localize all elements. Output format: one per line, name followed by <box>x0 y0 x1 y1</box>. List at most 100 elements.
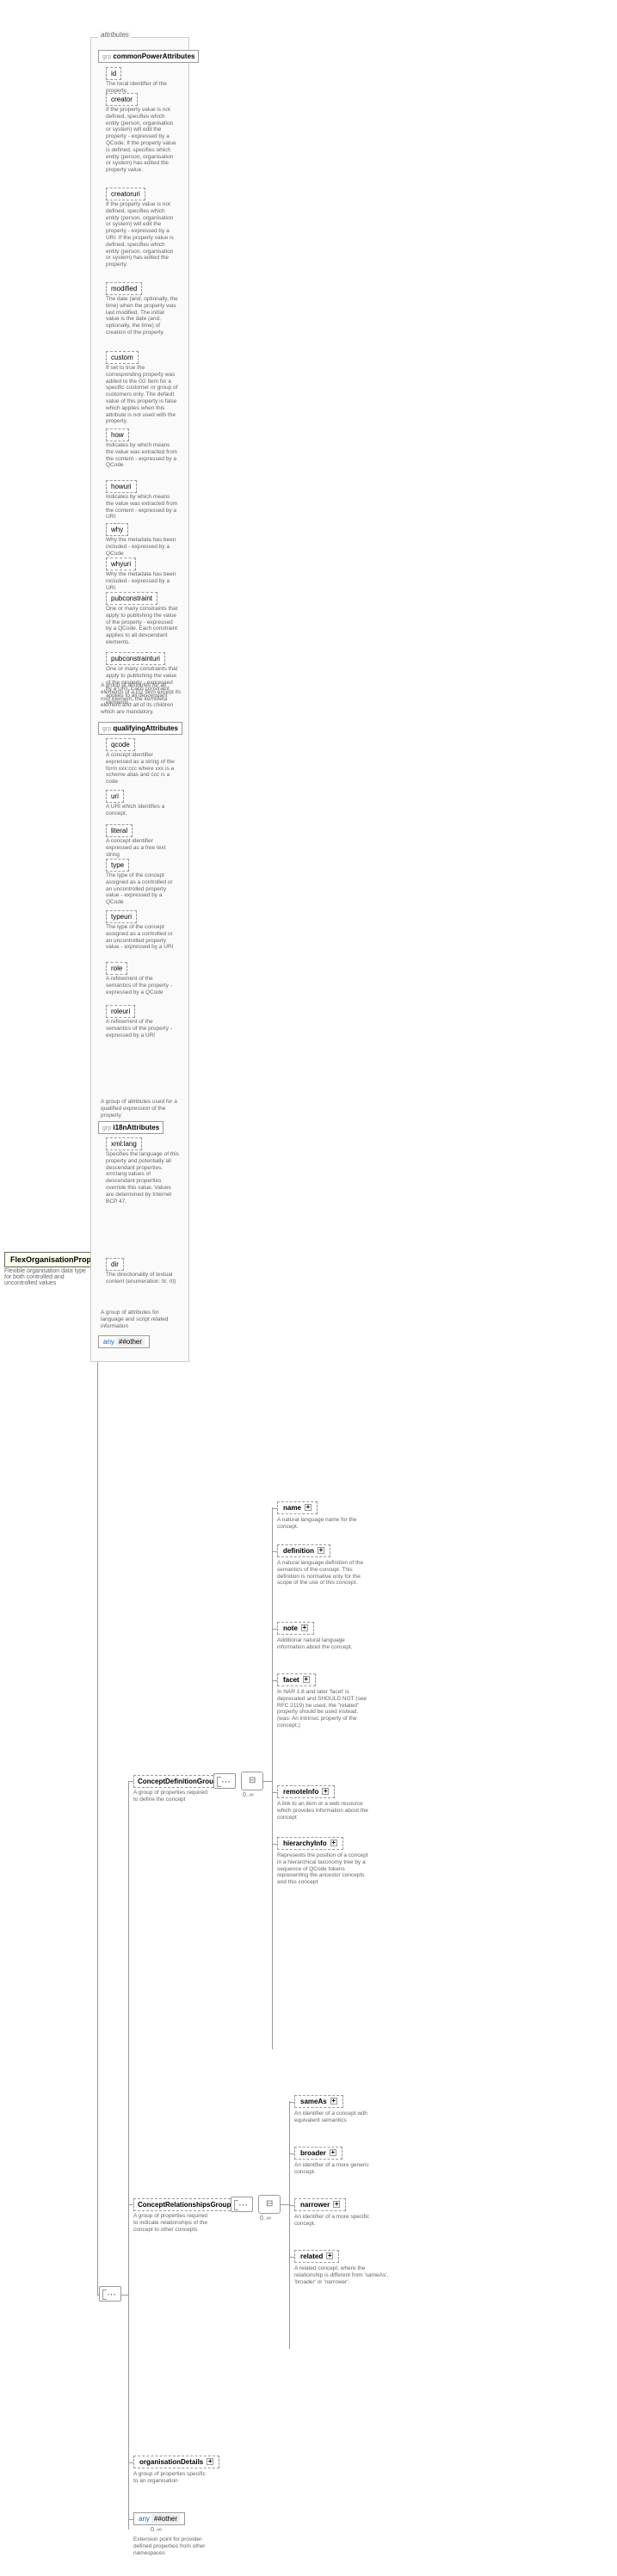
connector <box>97 2295 100 2296</box>
group-desc: A group of attributes for language and s… <box>101 1310 182 1329</box>
expand-icon[interactable]: + <box>330 2098 337 2105</box>
attr-desc: If set to true the corresponding propert… <box>106 365 179 425</box>
attr-typeuri: typeuri <box>106 910 137 923</box>
connector <box>263 1781 272 1782</box>
group-desc: A group of properties required to indica… <box>133 2213 211 2233</box>
attr-desc: Why the metadata has been included - exp… <box>106 537 179 557</box>
attr-pubconstraint: pubconstraint <box>106 592 157 605</box>
element-desc: Represents the position of a concept in … <box>277 1852 372 1886</box>
element-desc: Additional natural language information … <box>277 1637 372 1651</box>
element-desc: An identifier of a more specific concept… <box>294 2214 389 2228</box>
element-sameas: sameAs+ <box>294 2095 343 2108</box>
expand-icon[interactable]: + <box>326 2252 333 2259</box>
element-related: related+ <box>294 2250 339 2263</box>
attr-desc: The directionality of textual content (e… <box>106 1272 179 1285</box>
sequence-compositor <box>213 1773 236 1789</box>
attr-desc: The type of the concept assigned as a co… <box>106 924 179 951</box>
connector <box>97 1259 98 2295</box>
group-commonpower: grp commonPowerAttributes <box>98 50 199 63</box>
group-i18n: grp i18nAttributes <box>98 1121 164 1134</box>
expand-icon[interactable]: + <box>322 1788 329 1795</box>
expand-icon[interactable]: + <box>330 2149 336 2156</box>
any-attribute: any##other <box>98 1335 150 1348</box>
attr-desc: If the property value is not defined, sp… <box>106 107 179 174</box>
element-desc: A group of properties specific to an org… <box>133 2471 211 2485</box>
expand-icon[interactable]: + <box>333 2201 340 2208</box>
attr-desc: Why the metadata has been included - exp… <box>106 571 179 591</box>
attr-desc: The date (and, optionally, the time) whe… <box>106 296 179 336</box>
group-desc: A group of attributes used for a qualifi… <box>101 1099 182 1119</box>
expand-icon[interactable]: + <box>305 1504 312 1511</box>
attr-desc: A concept identifier expressed as a stri… <box>106 752 179 786</box>
attr-desc: Indicates by which means the value was e… <box>106 494 179 521</box>
group-qualifying: grp qualifyingAttributes <box>98 722 182 735</box>
element-desc: An identifier of a concept with equivale… <box>294 2111 389 2124</box>
attr-custom: custom <box>106 351 139 364</box>
expand-icon[interactable]: + <box>318 1547 324 1554</box>
element-remoteinfo: remoteInfo+ <box>277 1785 335 1798</box>
group-conceptdef: ConceptDefinitionGroup <box>133 1775 222 1788</box>
group-conceptrel: ConceptRelationshipsGroup <box>133 2198 235 2211</box>
group-desc: A group of properties required to define… <box>133 1790 211 1803</box>
sequence-compositor <box>99 2286 121 2302</box>
attr-qcode: qcode <box>106 738 135 751</box>
choice-compositor <box>258 2195 281 2214</box>
attr-type: type <box>106 859 129 872</box>
element-name: name+ <box>277 1501 318 1514</box>
element-organisationdetails: organisationDetails+ <box>133 2456 219 2468</box>
connector <box>128 2295 129 2519</box>
attr-desc: If the property value is not defined, sp… <box>106 201 179 268</box>
attr-id: id <box>106 67 121 80</box>
connector <box>281 2204 289 2205</box>
element-note: note+ <box>277 1622 314 1635</box>
attr-desc: A refinement of the semantics of the pro… <box>106 976 179 995</box>
element-definition: definition+ <box>277 1544 330 1557</box>
attr-dir: dir <box>106 1258 124 1271</box>
sequence-compositor <box>231 2197 253 2212</box>
element-desc: A natural language definition of the sem… <box>277 1560 372 1587</box>
choice-compositor <box>241 1772 263 1790</box>
element-desc: Extension point for provider-defined pro… <box>133 2536 211 2556</box>
cardinality: 0..∞ <box>260 2215 271 2222</box>
expand-icon[interactable]: + <box>303 1676 310 1683</box>
connector <box>272 1507 273 2049</box>
attr-role: role <box>106 962 127 975</box>
element-narrower: narrower+ <box>294 2198 346 2211</box>
attr-pubconstrainturi: pubconstrainturi <box>106 652 165 665</box>
attr-creator: creator <box>106 93 138 106</box>
root-desc: Flexible organisation data type for both… <box>4 1268 90 1286</box>
group-desc: A group of attributes for all elements o… <box>101 682 182 716</box>
cardinality: 0..∞ <box>243 1792 254 1798</box>
attr-howuri: howuri <box>106 480 137 493</box>
attr-literal: literal <box>106 824 133 837</box>
any-element: any##other <box>133 2512 185 2525</box>
element-desc: A natural language name for the concept. <box>277 1517 372 1531</box>
connector <box>128 2204 133 2205</box>
element-desc: A related concept, where the relationshi… <box>294 2265 389 2285</box>
element-desc: An identifier of a more generic concept. <box>294 2162 389 2176</box>
element-broader: broader+ <box>294 2147 342 2160</box>
attr-why: why <box>106 523 128 536</box>
attr-desc: Indicates by which means the value was e… <box>106 442 179 469</box>
attr-roleuri: roleuri <box>106 1005 135 1018</box>
attr-desc: A concept identifier expressed as a free… <box>106 838 179 858</box>
expand-icon[interactable]: + <box>330 1840 337 1846</box>
attr-desc: Specifies the language of this property … <box>106 1151 179 1205</box>
element-hierarchyinfo: hierarchyInfo+ <box>277 1837 343 1850</box>
element-desc: A link to an item or a web resource whic… <box>277 1801 372 1821</box>
attr-xml-lang: xml:lang <box>106 1137 142 1150</box>
attr-desc: One or many constraints that apply to pu… <box>106 606 179 646</box>
attr-desc: A refinement of the semantics of the pro… <box>106 1019 179 1038</box>
connector <box>121 2295 128 2296</box>
attr-how: how <box>106 428 129 441</box>
element-facet: facet+ <box>277 1673 316 1686</box>
expand-icon[interactable]: + <box>301 1624 308 1631</box>
attr-desc: A URI which identifies a concept. <box>106 804 179 817</box>
attr-whyuri: whyuri <box>106 558 136 570</box>
attr-modified: modified <box>106 282 142 295</box>
expand-icon[interactable]: + <box>207 2458 213 2465</box>
element-desc: In NAR 1.8 and later 'facet' is deprecat… <box>277 1689 372 1729</box>
connector <box>128 1781 133 1782</box>
attr-desc: The type of the concept assigned as a co… <box>106 872 179 906</box>
attr-uri: uri <box>106 790 124 803</box>
